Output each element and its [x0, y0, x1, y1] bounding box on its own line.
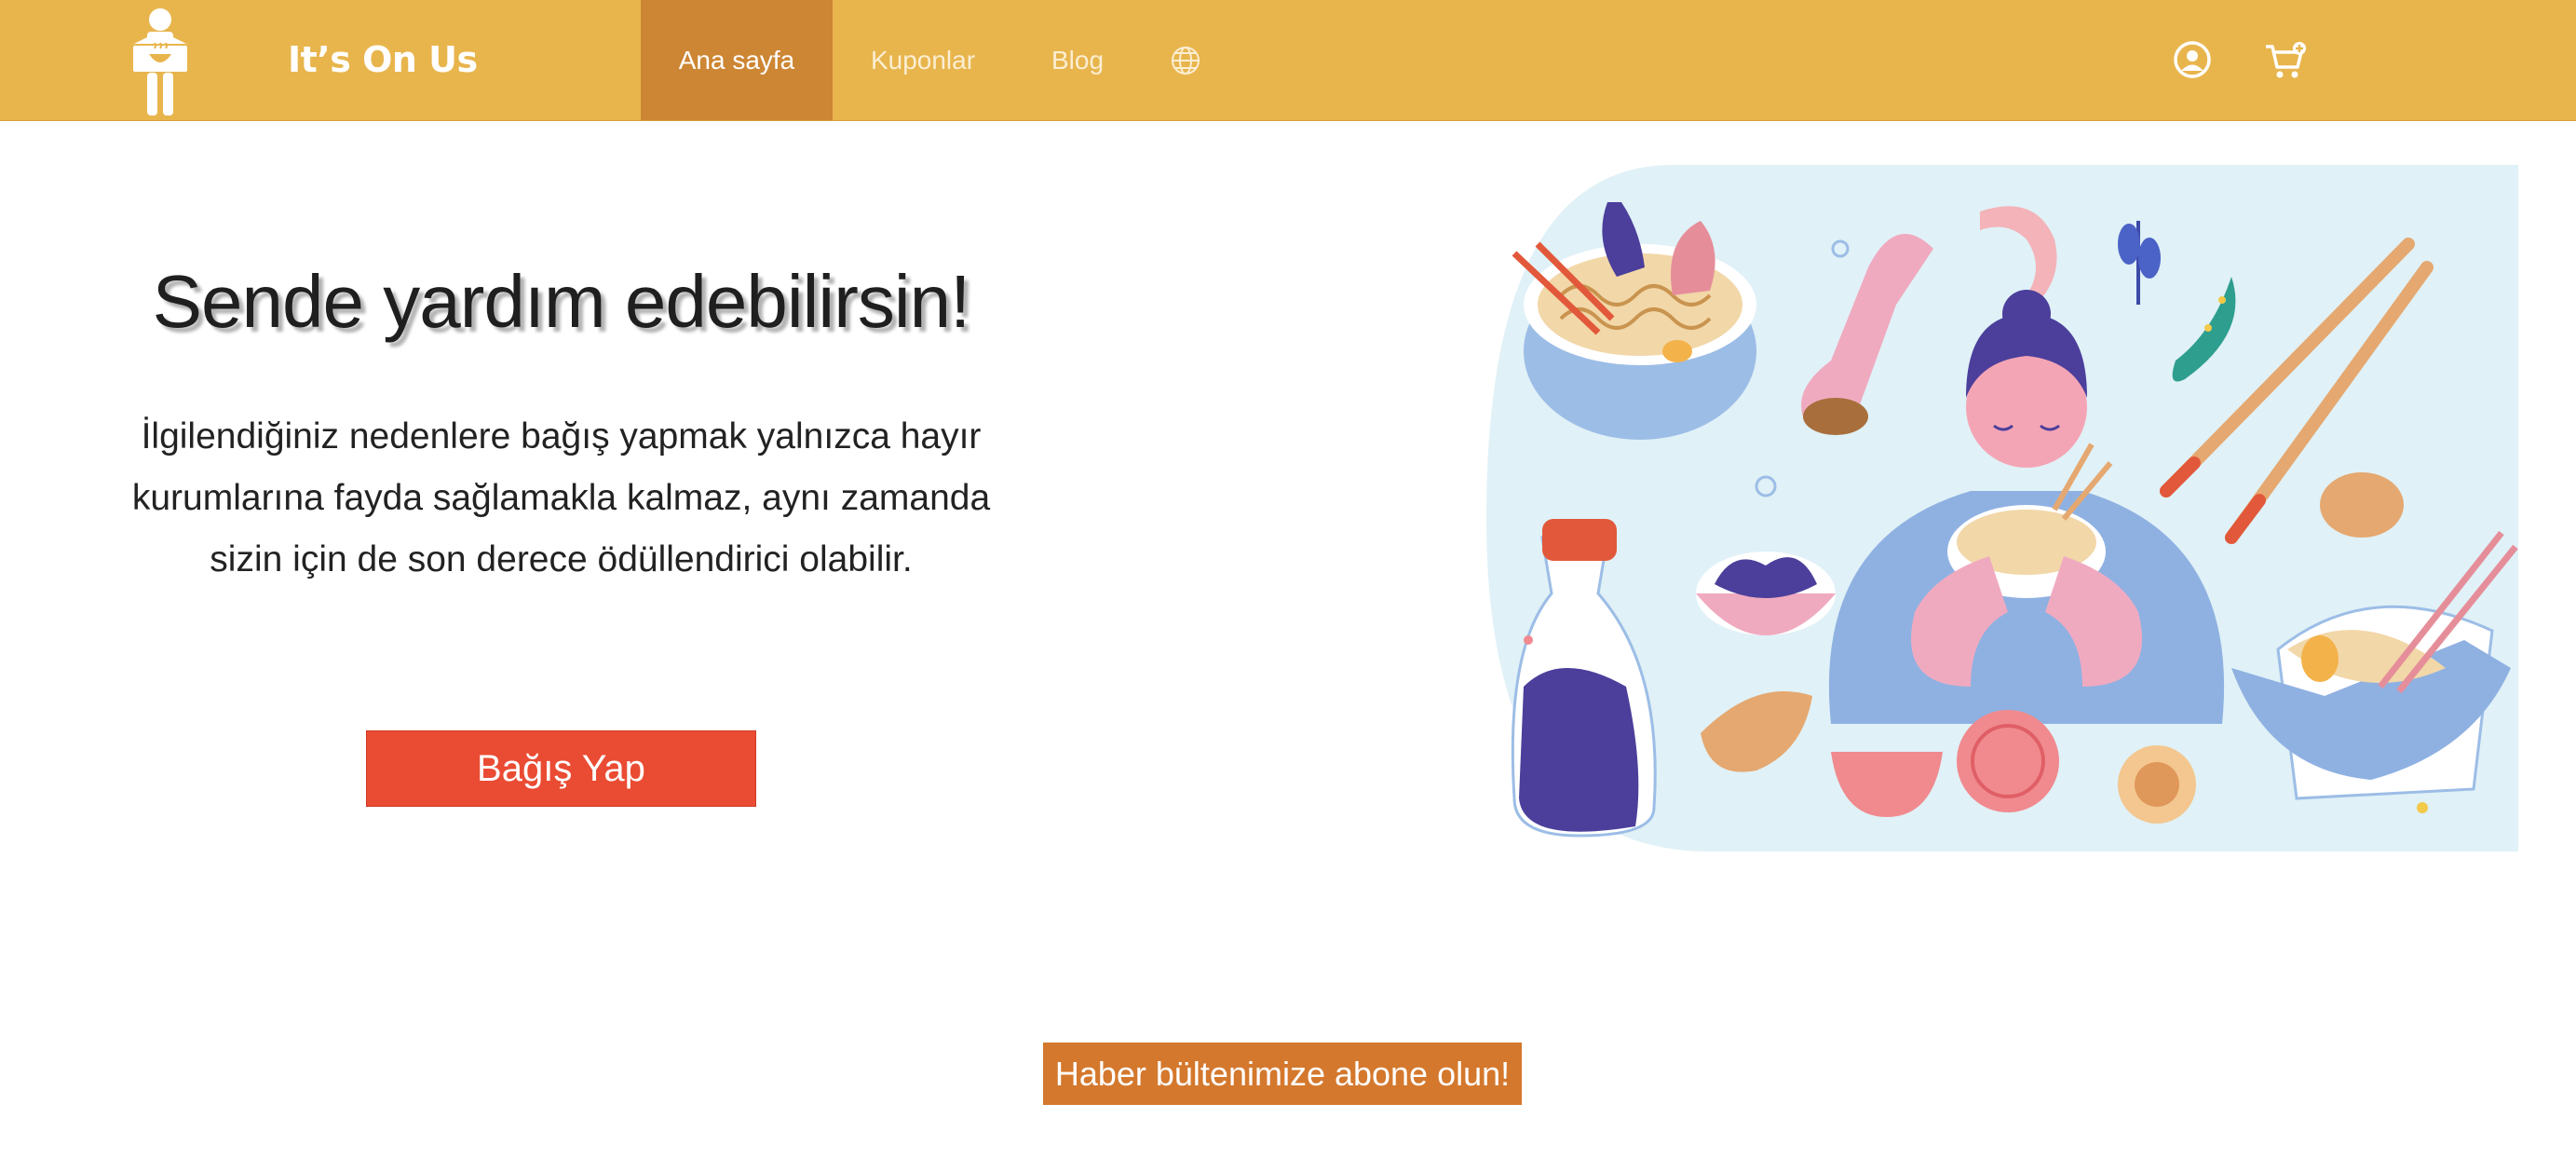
cart-plus-icon[interactable] — [2264, 41, 2309, 80]
hero-description: İlgilendiğiniz nedenlere bağış yapmak ya… — [131, 416, 991, 579]
hero-title: Sende yardım edebilirsin! — [152, 260, 971, 343]
globe-icon[interactable] — [1170, 45, 1201, 76]
brand-name[interactable]: It’s On Us — [288, 35, 478, 84]
nav-item-coupons[interactable]: Kuponlar — [847, 0, 998, 120]
user-circle-icon[interactable] — [2173, 40, 2212, 79]
donate-button[interactable]: Bağış Yap — [366, 730, 756, 807]
nav-item-blog[interactable]: Blog — [1034, 0, 1121, 120]
woman-eating-noodles-illustration — [1486, 165, 2518, 852]
nav-item-home[interactable]: Ana sayfa — [641, 0, 833, 120]
newsletter-subscribe-button[interactable]: Haber bültenimize abone olun! — [1043, 1043, 1522, 1105]
person-holding-bowl-icon[interactable] — [127, 7, 194, 117]
navbar: It’s On Us Ana sayfa Kuponlar Blog — [0, 0, 2576, 121]
